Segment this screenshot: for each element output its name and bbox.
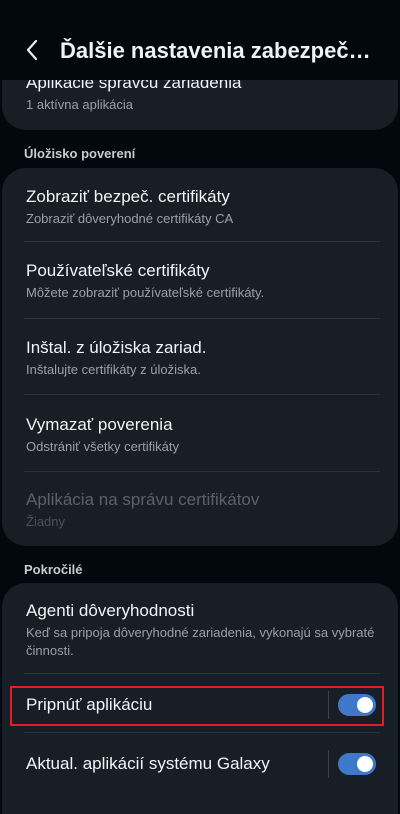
clear-credentials-subtitle: Odstrániť všetky certifikáty	[26, 439, 179, 454]
user-certificates-subtitle: Môžete zobraziť používateľské certifikát…	[26, 285, 265, 300]
toggle-knob	[357, 756, 373, 772]
galaxy-system-apps-update-toggle[interactable]	[338, 753, 376, 775]
advanced-card: Agenti dôveryhodnosti Keď sa pripoja dôv…	[2, 583, 398, 814]
divider	[24, 732, 380, 733]
divider	[24, 471, 380, 472]
trust-agents-title: Agenti dôveryhodnosti	[26, 601, 195, 620]
credential-storage-card: Zobraziť bezpeč. certifikáty Zobraziť dô…	[2, 168, 398, 546]
install-from-storage-subtitle: Inštalujte certifikáty z úložiska.	[26, 362, 201, 377]
toggle-separator	[328, 750, 329, 778]
section-header-credential-storage: Úložisko poverení	[24, 146, 136, 161]
user-certificates-item[interactable]: Používateľské certifikáty Môžete zobrazi…	[2, 260, 398, 302]
device-admin-apps-subtitle: 1 aktívna aplikácia	[26, 97, 133, 112]
app-header: Ďalšie nastavenia zabezpečenia	[0, 0, 400, 80]
screen: Aplikácie správcu zariadenia 1 aktívna a…	[0, 0, 400, 814]
view-security-certificates-subtitle: Zobraziť dôveryhodné certifikáty CA	[26, 211, 234, 226]
divider	[24, 241, 380, 242]
divider	[24, 394, 380, 395]
page-title: Ďalšie nastavenia zabezpečenia	[60, 38, 380, 63]
clear-credentials-title: Vymazať poverenia	[26, 415, 173, 434]
trust-agents-item[interactable]: Agenti dôveryhodnosti Keď sa pripoja dôv…	[2, 600, 398, 660]
pin-app-toggle[interactable]	[338, 694, 376, 716]
divider	[24, 673, 380, 674]
certificate-management-app-title: Aplikácia na správu certifikátov	[26, 490, 260, 509]
certificate-management-app-item: Aplikácia na správu certifikátov Žiadny	[2, 489, 398, 531]
view-security-certificates-title: Zobraziť bezpeč. certifikáty	[26, 187, 230, 206]
clear-credentials-item[interactable]: Vymazať poverenia Odstrániť všetky certi…	[2, 414, 398, 456]
toggle-knob	[357, 697, 373, 713]
install-from-storage-title: Inštal. z úložiska zariad.	[26, 338, 207, 357]
certificate-management-app-subtitle: Žiadny	[26, 514, 66, 529]
install-from-storage-item[interactable]: Inštal. z úložiska zariad. Inštalujte ce…	[2, 337, 398, 379]
view-security-certificates-item[interactable]: Zobraziť bezpeč. certifikáty Zobraziť dô…	[2, 186, 398, 228]
trust-agents-subtitle: Keď sa pripoja dôveryhodné zariadenia, v…	[26, 625, 375, 658]
divider	[24, 318, 380, 319]
section-header-advanced: Pokročilé	[24, 562, 83, 577]
back-button[interactable]	[18, 36, 46, 64]
user-certificates-title: Používateľské certifikáty	[26, 261, 210, 280]
chevron-left-icon	[26, 39, 38, 61]
toggle-separator	[328, 691, 329, 719]
